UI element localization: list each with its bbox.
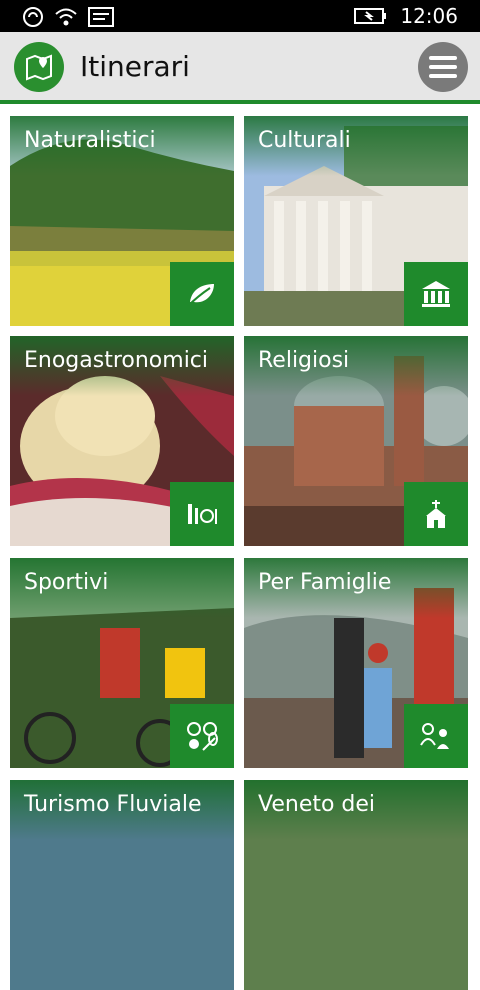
- wine-dining-icon: [188, 504, 217, 524]
- tile-label: Veneto dei: [258, 792, 376, 817]
- tile-badge: [404, 262, 468, 326]
- app-logo[interactable]: [14, 42, 64, 92]
- church-icon: [426, 500, 446, 528]
- status-icons-left: [22, 6, 114, 28]
- map-pin-icon: [26, 54, 52, 81]
- tile-badge: [404, 482, 468, 546]
- page-title: Itinerari: [80, 50, 190, 83]
- clock: 12:06: [400, 4, 458, 28]
- tile-badge: [170, 262, 234, 326]
- family-icon: [420, 723, 449, 749]
- nfc-icon: [23, 7, 43, 27]
- tile-turismo-fluviale[interactable]: Turismo Fluviale: [10, 780, 234, 990]
- app-bar: Itinerari: [0, 32, 480, 104]
- tile-culturali[interactable]: Culturali: [244, 116, 468, 326]
- tile-label: Religiosi: [258, 348, 350, 373]
- tile-per-famiglie[interactable]: Per Famiglie: [244, 558, 468, 768]
- tile-label: Culturali: [258, 128, 351, 153]
- museum-icon: [422, 281, 450, 307]
- tile-label: Per Famiglie: [258, 570, 392, 595]
- menu-button[interactable]: [418, 42, 468, 92]
- tile-badge: [170, 482, 234, 546]
- tile-label: Naturalistici: [24, 128, 156, 153]
- tile-badge: [404, 704, 468, 768]
- tile-religiosi[interactable]: Religiosi: [244, 336, 468, 546]
- status-icons-right: 12:06: [354, 4, 458, 28]
- leaf-icon: [187, 284, 214, 307]
- tile-label: Turismo Fluviale: [24, 792, 202, 817]
- tile-enogastronomici[interactable]: Enogastronomici: [10, 336, 234, 546]
- battery-charging-icon: [354, 8, 387, 24]
- status-bar: 12:06: [0, 0, 480, 32]
- tile-badge: [170, 704, 234, 768]
- wifi-icon: [55, 8, 77, 26]
- tile-naturalistici[interactable]: Naturalistici: [10, 116, 234, 326]
- tile-sportivi[interactable]: Sportivi: [10, 558, 234, 768]
- tile-veneto-dei[interactable]: Veneto dei: [244, 780, 468, 990]
- tile-label: Sportivi: [24, 570, 109, 595]
- sports-balls-icon: [187, 722, 218, 751]
- hamburger-menu-icon: [429, 56, 457, 60]
- message-icon: [88, 7, 114, 27]
- tile-label: Enogastronomici: [24, 348, 209, 373]
